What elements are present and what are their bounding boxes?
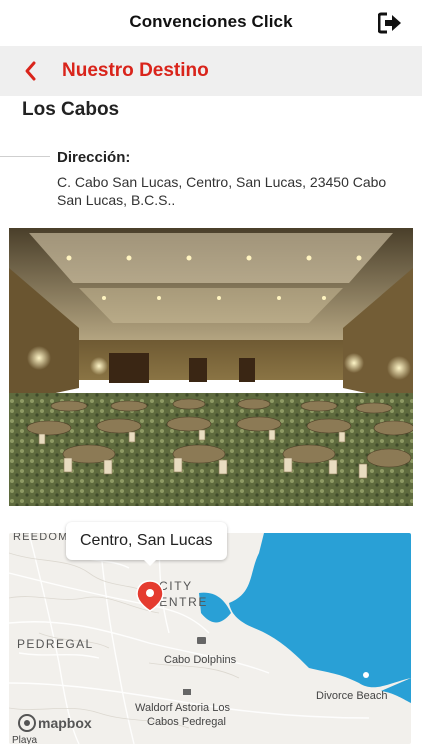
venue-photo <box>9 228 413 506</box>
map-label-divorce-beach: Divorce Beach <box>316 690 388 702</box>
map-label-playa: Playa <box>12 735 37 744</box>
location-map[interactable]: REEDOM CITY CENTRE PEDREGAL Cabo Dolphin… <box>9 533 411 744</box>
app-title: Convenciones Click <box>129 12 293 31</box>
map-label-pedregal: PEDREGAL <box>17 637 94 651</box>
chevron-left-icon <box>25 61 36 81</box>
map-label-cabo-dolphins: Cabo Dolphins <box>164 654 237 666</box>
page-title: Nuestro Destino <box>62 60 209 81</box>
divider <box>0 156 50 157</box>
camera-icon <box>197 637 206 644</box>
beach-icon <box>363 672 369 678</box>
map-label-waldorf-line1: Waldorf Astoria Los <box>135 702 230 714</box>
back-button[interactable] <box>18 58 44 84</box>
app-header: Convenciones Click <box>0 0 422 46</box>
destination-name: Los Cabos <box>22 99 120 120</box>
address-value: C. Cabo San Lucas, Centro, San Lucas, 23… <box>57 174 387 208</box>
map-label-waldorf-line2: Cabos Pedregal <box>147 716 226 728</box>
navigation-bar: Nuestro Destino <box>0 46 422 96</box>
map-callout: Centro, San Lucas <box>66 522 227 560</box>
hotel-icon <box>183 689 191 695</box>
map-label-city: CITY <box>159 579 193 593</box>
svg-text:mapbox: mapbox <box>38 715 92 731</box>
sign-out-icon[interactable] <box>377 12 402 34</box>
map-label-freedom: REEDOM <box>13 533 68 543</box>
address-label: Dirección: <box>57 149 131 166</box>
map-callout-tail <box>142 558 158 566</box>
